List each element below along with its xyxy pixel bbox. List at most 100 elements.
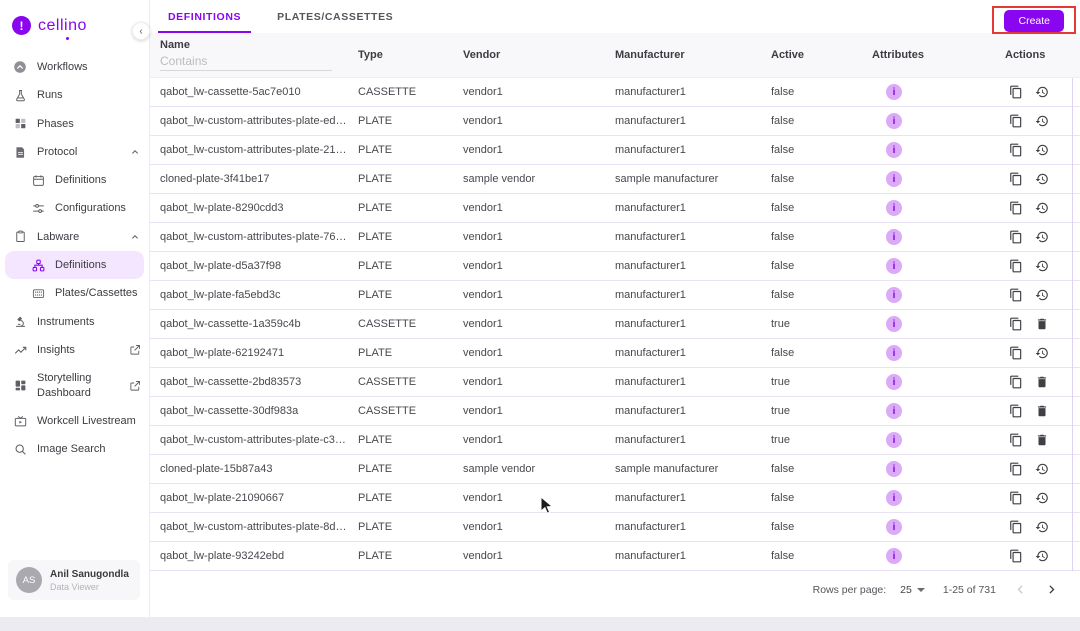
copy-button[interactable] — [1009, 85, 1023, 99]
table-row[interactable]: qabot_lw-cassette-30df983a CASSETTE vendor… — [150, 397, 1080, 426]
create-button[interactable]: Create — [1004, 10, 1064, 32]
sidebar-item-workflows[interactable]: Workflows — [0, 53, 149, 81]
sidebar-item-instruments[interactable]: Instruments — [0, 308, 149, 336]
attributes-info-icon[interactable]: i — [886, 490, 902, 506]
sidebar-item-plates-cassettes[interactable]: Plates/Cassettes — [0, 279, 149, 307]
scrollbar-track[interactable] — [1072, 78, 1073, 571]
tab-definitions[interactable]: DEFINITIONS — [150, 0, 259, 33]
copy-button[interactable] — [1009, 375, 1023, 389]
table-row[interactable]: qabot_lw-cassette-5ac7e010 CASSETTE vendor… — [150, 78, 1080, 107]
sidebar-item-storytelling-dashboard[interactable]: Storytelling Dashboard — [0, 364, 149, 407]
history-button[interactable] — [1035, 172, 1049, 186]
copy-button[interactable] — [1009, 491, 1023, 505]
attributes-info-icon[interactable]: i — [886, 316, 902, 332]
delete-button[interactable] — [1035, 317, 1049, 331]
rows-per-page-select[interactable]: 25 — [900, 584, 925, 596]
attributes-info-icon[interactable]: i — [886, 403, 902, 419]
copy-button[interactable] — [1009, 259, 1023, 273]
copy-button[interactable] — [1009, 520, 1023, 534]
history-button[interactable] — [1035, 114, 1049, 128]
table-row[interactable]: qabot_lw-plate-fa5ebd3c PLATE vendor1 manuf… — [150, 281, 1080, 310]
attributes-info-icon[interactable]: i — [886, 345, 902, 361]
name-cell: qabot_lw-cassette-1a359c4b — [160, 318, 301, 330]
table-row[interactable]: qabot_lw-plate-d5a37f98 PLATE vendor1 manuf… — [150, 252, 1080, 281]
attributes-cell: i — [872, 548, 1005, 564]
table-row[interactable]: qabot_lw-cassette-2bd83573 CASSETTE vendor… — [150, 368, 1080, 397]
table-row[interactable]: qabot_lw-custom-attributes-plate-8d670fb… — [150, 513, 1080, 542]
sidebar-item-phases[interactable]: Phases — [0, 110, 149, 138]
attributes-info-icon[interactable]: i — [886, 84, 902, 100]
attributes-info-icon[interactable]: i — [886, 258, 902, 274]
sidebar-item-definitions[interactable]: Definitions — [5, 251, 144, 280]
copy-button[interactable] — [1009, 433, 1023, 447]
history-button[interactable] — [1035, 288, 1049, 302]
user-profile[interactable]: AS Anil Sanugondla Data Viewer — [8, 560, 140, 600]
sidebar-collapse-button[interactable]: ‹ — [132, 22, 150, 40]
history-button[interactable] — [1035, 201, 1049, 215]
previous-page-button[interactable] — [1014, 583, 1027, 596]
sidebar-item-label: Phases — [37, 117, 74, 130]
attributes-info-icon[interactable]: i — [886, 461, 902, 477]
attributes-info-icon[interactable]: i — [886, 200, 902, 216]
attributes-info-icon[interactable]: i — [886, 519, 902, 535]
history-button[interactable] — [1035, 85, 1049, 99]
copy-button[interactable] — [1009, 288, 1023, 302]
sidebar-item-insights[interactable]: Insights — [0, 336, 149, 364]
table-row[interactable]: qabot_lw-plate-21090667 PLATE vendor1 manuf… — [150, 484, 1080, 513]
delete-button[interactable] — [1035, 375, 1049, 389]
attributes-info-icon[interactable]: i — [886, 374, 902, 390]
table-row[interactable]: qabot_lw-plate-62192471 PLATE vendor1 manuf… — [150, 339, 1080, 368]
copy-button[interactable] — [1009, 462, 1023, 476]
name-filter-input[interactable] — [160, 51, 332, 71]
table-row[interactable]: qabot_lw-custom-attributes-plate-ed9df3a… — [150, 107, 1080, 136]
history-button[interactable] — [1035, 462, 1049, 476]
history-button[interactable] — [1035, 230, 1049, 244]
copy-button[interactable] — [1009, 230, 1023, 244]
attributes-info-icon[interactable]: i — [886, 287, 902, 303]
history-button[interactable] — [1035, 143, 1049, 157]
table-row[interactable]: qabot_lw-custom-attributes-plate-76c9031… — [150, 223, 1080, 252]
table-row[interactable]: qabot_lw-plate-93242ebd PLATE vendor1 manuf… — [150, 542, 1080, 571]
copy-button[interactable] — [1009, 172, 1023, 186]
copy-button[interactable] — [1009, 114, 1023, 128]
attributes-info-icon[interactable]: i — [886, 432, 902, 448]
attributes-info-icon[interactable]: i — [886, 548, 902, 564]
attributes-info-icon[interactable]: i — [886, 171, 902, 187]
attributes-info-icon[interactable]: i — [886, 229, 902, 245]
tab-plates-cassettes[interactable]: PLATES/CASSETTES — [259, 0, 411, 33]
copy-button[interactable] — [1009, 346, 1023, 360]
sidebar-item-image-search[interactable]: Image Search — [0, 435, 149, 463]
sidebar-item-runs[interactable]: Runs — [0, 81, 149, 109]
history-button[interactable] — [1035, 259, 1049, 273]
actions-cell — [1005, 491, 1080, 505]
sidebar-item-protocol[interactable]: Protocol — [0, 138, 149, 166]
attributes-info-icon[interactable]: i — [886, 113, 902, 129]
next-page-button[interactable] — [1045, 583, 1058, 596]
table-row[interactable]: qabot_lw-custom-attributes-plate-c3169cb… — [150, 426, 1080, 455]
active-cell: false — [771, 115, 795, 127]
history-button[interactable] — [1035, 549, 1049, 563]
table-row[interactable]: qabot_lw-custom-attributes-plate-21c55ef… — [150, 136, 1080, 165]
table-row[interactable]: cloned-plate-3f41be17 PLATE sample vendor s… — [150, 165, 1080, 194]
table-row[interactable]: cloned-plate-15b87a43 PLATE sample vendor s… — [150, 455, 1080, 484]
copy-button[interactable] — [1009, 143, 1023, 157]
history-button[interactable] — [1035, 520, 1049, 534]
molecule-icon — [30, 259, 46, 272]
copy-button[interactable] — [1009, 317, 1023, 331]
copy-button[interactable] — [1009, 201, 1023, 215]
table-row[interactable]: qabot_lw-cassette-1a359c4b CASSETTE vendor… — [150, 310, 1080, 339]
sidebar-item-workcell-livestream[interactable]: Workcell Livestream — [0, 407, 149, 435]
copy-button[interactable] — [1009, 404, 1023, 418]
attributes-info-icon[interactable]: i — [886, 142, 902, 158]
copy-button[interactable] — [1009, 549, 1023, 563]
delete-button[interactable] — [1035, 404, 1049, 418]
chevron-left-icon — [1017, 585, 1023, 594]
sidebar-item-labware[interactable]: Labware — [0, 223, 149, 251]
table-row[interactable]: qabot_lw-plate-8290cdd3 PLATE vendor1 manuf… — [150, 194, 1080, 223]
type-cell: PLATE — [358, 347, 393, 359]
history-button[interactable] — [1035, 346, 1049, 360]
delete-button[interactable] — [1035, 433, 1049, 447]
sidebar-item-configurations[interactable]: Configurations — [0, 194, 149, 222]
history-button[interactable] — [1035, 491, 1049, 505]
sidebar-item-definitions[interactable]: Definitions — [0, 166, 149, 194]
